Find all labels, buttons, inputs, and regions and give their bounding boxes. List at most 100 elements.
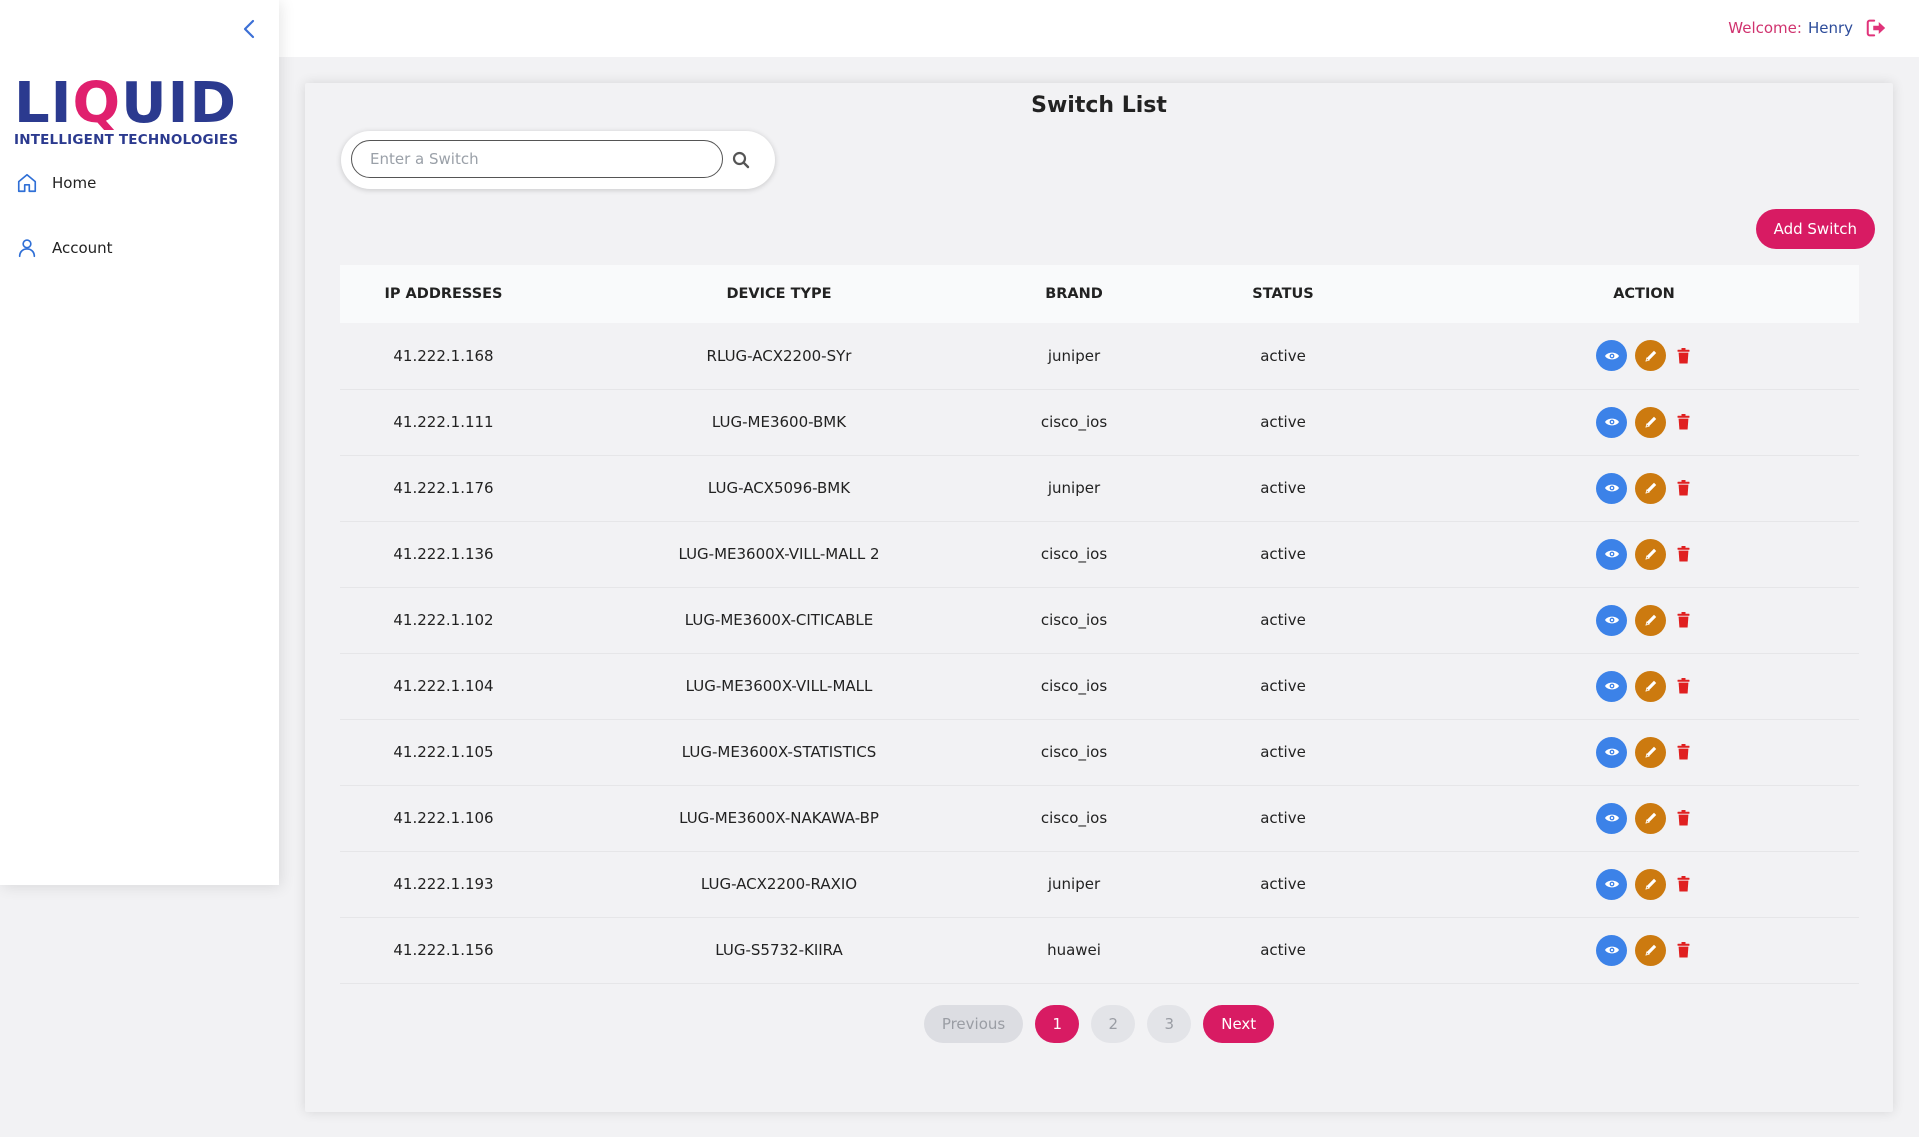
cell-device-type: LUG-ME3600X-VILL-MALL <box>685 677 873 695</box>
delete-button[interactable] <box>1674 675 1692 697</box>
column-header-device-type: DEVICE TYPE <box>726 286 832 302</box>
column-header-status: STATUS <box>1252 286 1314 302</box>
table-row: 41.222.1.104 LUG-ME3600X-VILL-MALL cisco_i… <box>340 653 1859 719</box>
cell-status: active <box>1260 346 1306 365</box>
cell-brand: huawei <box>1047 941 1101 959</box>
sidebar-item-home[interactable]: Home <box>16 172 96 194</box>
view-button[interactable] <box>1596 934 1627 966</box>
cell-status: active <box>1260 545 1306 563</box>
trash-icon <box>1677 480 1689 496</box>
cell-actions <box>1429 653 1859 719</box>
delete-button[interactable] <box>1674 345 1692 367</box>
delete-button[interactable] <box>1674 873 1692 895</box>
table-row: 41.222.1.111 LUG-ME3600-BMK cisco_ios activ… <box>340 389 1859 455</box>
collapse-sidebar-button[interactable] <box>236 16 262 42</box>
view-button[interactable] <box>1596 538 1627 570</box>
eye-icon <box>1604 550 1619 558</box>
cell-brand: cisco_ios <box>1040 809 1108 827</box>
row-actions <box>1430 736 1858 768</box>
logout-icon[interactable] <box>1865 17 1887 39</box>
cell-brand: cisco_ios <box>1040 413 1108 431</box>
table-row: 41.222.1.136 LUG-ME3600X-VILL-MALL 2 cisco… <box>340 521 1859 587</box>
trash-icon <box>1677 678 1689 694</box>
home-icon <box>17 173 37 193</box>
cell-ip: 41.222.1.193 <box>393 875 494 893</box>
edit-button[interactable] <box>1635 538 1666 570</box>
eye-icon <box>1604 682 1619 690</box>
row-actions <box>1430 670 1858 702</box>
trash-icon <box>1677 942 1689 958</box>
view-button[interactable] <box>1596 406 1627 438</box>
column-header-ip: IP ADDRESSES <box>384 286 503 302</box>
cell-status: active <box>1260 941 1306 959</box>
pagination-next-button[interactable]: Next <box>1203 1005 1275 1043</box>
view-button[interactable] <box>1596 472 1627 504</box>
view-button[interactable] <box>1596 802 1627 834</box>
edit-button[interactable] <box>1635 670 1666 702</box>
view-button[interactable] <box>1596 670 1627 702</box>
cell-status: active <box>1260 677 1306 695</box>
row-actions <box>1430 934 1858 966</box>
edit-button[interactable] <box>1635 604 1666 636</box>
cell-brand: juniper <box>1047 346 1101 365</box>
delete-button[interactable] <box>1674 477 1692 499</box>
search-icon[interactable] <box>731 150 751 170</box>
sidebar-item-account[interactable]: Account <box>16 237 113 259</box>
cell-device-type: LUG-ME3600X-STATISTICS <box>681 743 877 761</box>
pagination-page-2[interactable]: 2 <box>1091 1005 1136 1043</box>
cell-ip: 41.222.1.104 <box>393 677 494 695</box>
trash-icon <box>1677 546 1689 562</box>
switch-table: IP ADDRESSES DEVICE TYPE BRAND STATUS AC… <box>340 265 1859 984</box>
cell-status: active <box>1260 611 1306 629</box>
delete-button[interactable] <box>1674 543 1692 565</box>
search-input[interactable] <box>351 140 723 178</box>
delete-button[interactable] <box>1674 741 1692 763</box>
cell-device-type: LUG-ME3600X-VILL-MALL 2 <box>678 545 880 563</box>
view-button[interactable] <box>1596 604 1627 636</box>
column-header-brand: BRAND <box>1045 286 1103 302</box>
cell-ip: 41.222.1.156 <box>393 941 494 959</box>
cell-ip: 41.222.1.136 <box>393 545 494 563</box>
welcome-label: Welcome: <box>1728 19 1802 37</box>
add-switch-button[interactable]: Add Switch <box>1755 209 1875 249</box>
cell-actions <box>1429 917 1859 983</box>
edit-button[interactable] <box>1635 406 1666 438</box>
edit-button[interactable] <box>1635 868 1666 900</box>
edit-button[interactable] <box>1635 934 1666 966</box>
delete-button[interactable] <box>1674 411 1692 433</box>
pencil-icon <box>1644 812 1656 824</box>
search-bar <box>341 131 775 189</box>
pencil-icon <box>1644 944 1656 956</box>
trash-icon <box>1677 347 1689 364</box>
eye-icon <box>1604 352 1619 360</box>
cell-status: active <box>1260 875 1306 893</box>
welcome-area: Welcome: Henry <box>1728 15 1887 41</box>
edit-button[interactable] <box>1635 736 1666 768</box>
pagination-previous-button[interactable]: Previous <box>923 1005 1024 1043</box>
cell-device-type: LUG-ACX5096-BMK <box>707 479 851 497</box>
cell-status: active <box>1260 413 1306 431</box>
delete-button[interactable] <box>1674 609 1692 631</box>
view-button[interactable] <box>1596 868 1627 900</box>
eye-icon <box>1604 814 1619 822</box>
view-button[interactable] <box>1596 340 1627 372</box>
edit-button[interactable] <box>1635 340 1666 372</box>
delete-button[interactable] <box>1674 939 1692 961</box>
view-button[interactable] <box>1596 736 1627 768</box>
cell-status: active <box>1260 809 1306 827</box>
table-row: 41.222.1.156 LUG-S5732-KIIRA huawei active <box>340 917 1859 983</box>
trash-icon <box>1677 810 1689 826</box>
cell-device-type: RLUG-ACX2200-SYr <box>706 346 852 365</box>
table-body: 41.222.1.168 RLUG-ACX2200-SYr juniper activ… <box>340 323 1859 983</box>
delete-button[interactable] <box>1674 807 1692 829</box>
pagination-page-1[interactable]: 1 <box>1035 1005 1080 1043</box>
pagination-page-3[interactable]: 3 <box>1147 1005 1192 1043</box>
edit-button[interactable] <box>1635 472 1666 504</box>
logo-main-text-value: LIQUID <box>14 71 237 136</box>
cell-ip: 41.222.1.106 <box>393 809 494 827</box>
row-actions <box>1430 538 1858 570</box>
pencil-icon <box>1644 416 1656 428</box>
table-header-row: IP ADDRESSES DEVICE TYPE BRAND STATUS AC… <box>340 265 1859 323</box>
edit-button[interactable] <box>1635 802 1666 834</box>
cell-ip: 41.222.1.105 <box>393 743 494 761</box>
